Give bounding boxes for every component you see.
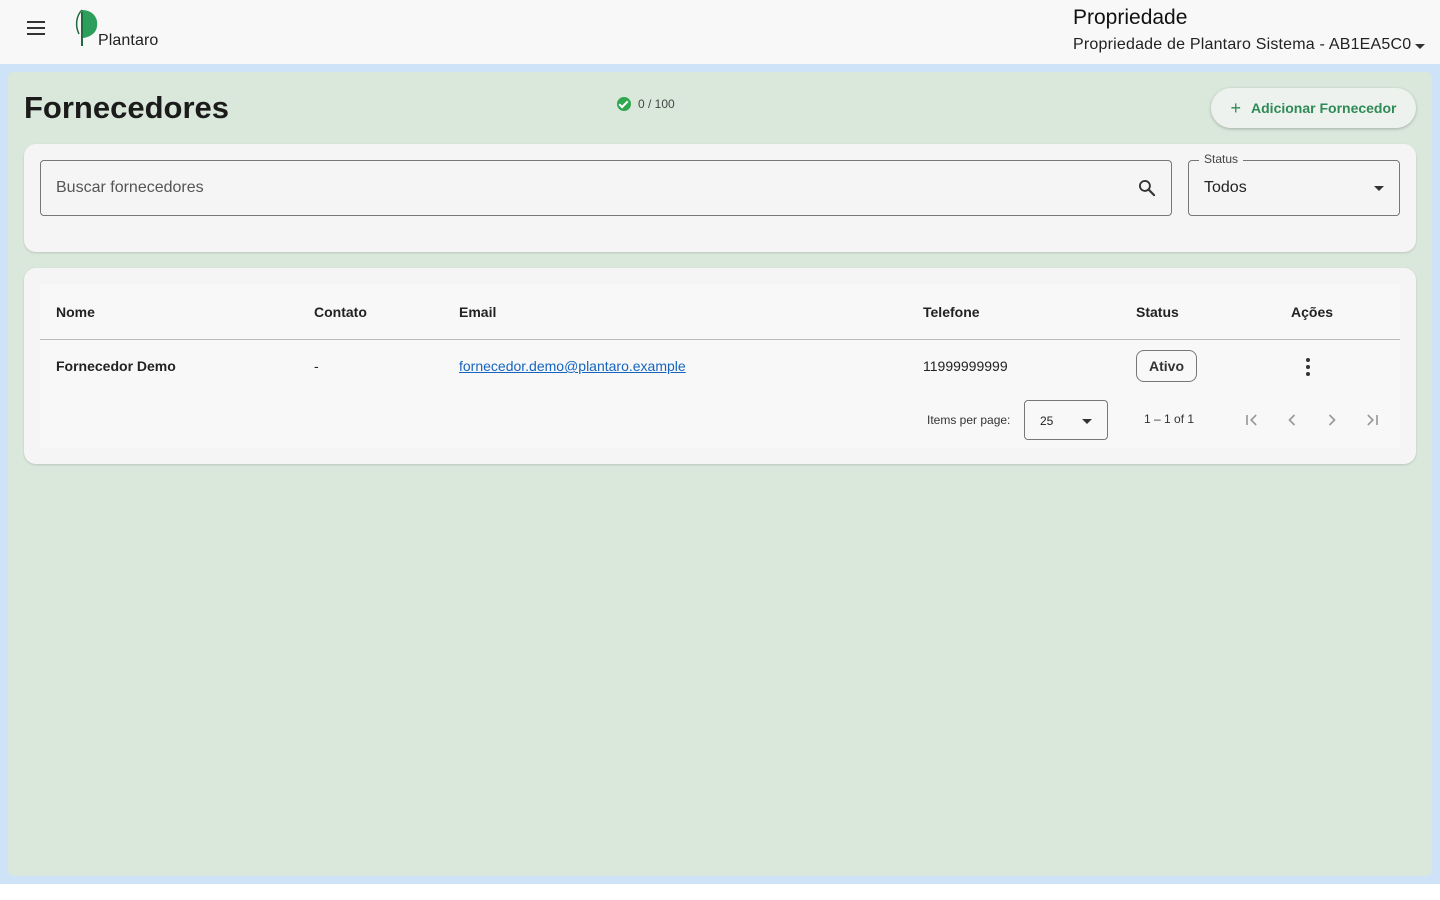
- column-header-email[interactable]: Email: [459, 304, 496, 320]
- logo-text: Plantaro: [98, 32, 159, 49]
- column-header-contato[interactable]: Contato: [314, 304, 367, 320]
- add-supplier-label: Adicionar Fornecedor: [1251, 100, 1397, 116]
- dropdown-arrow-icon: [1374, 186, 1384, 191]
- column-header-telefone[interactable]: Telefone: [923, 304, 980, 320]
- plus-icon: +: [1230, 98, 1242, 118]
- first-page-button[interactable]: [1238, 406, 1266, 434]
- property-selector[interactable]: Propriedade de Plantaro Sistema - AB1EA5…: [1073, 36, 1426, 54]
- items-per-page-label: Items per page:: [927, 413, 1011, 427]
- add-supplier-button[interactable]: + Adicionar Fornecedor: [1211, 88, 1416, 128]
- quota-indicator: 0 / 100: [617, 97, 675, 111]
- top-app-bar: Plantaro Propriedade Propriedade de Plan…: [0, 0, 1440, 64]
- quota-text: 0 / 100: [638, 97, 675, 111]
- page-title: Fornecedores: [24, 90, 230, 125]
- chevron-down-icon: [1415, 43, 1426, 49]
- property-heading: Propriedade: [1073, 6, 1188, 29]
- check-circle-icon: [617, 97, 631, 111]
- main-frame: Fornecedores 0 / 100 + Adicionar Fornece…: [0, 64, 1440, 884]
- previous-page-button[interactable]: [1278, 406, 1306, 434]
- menu-icon[interactable]: [18, 14, 54, 42]
- status-select-value: Todos: [1204, 179, 1247, 196]
- more-vert-icon[interactable]: [1296, 355, 1320, 379]
- column-header-status[interactable]: Status: [1136, 304, 1179, 320]
- first-page-icon: [1246, 414, 1257, 426]
- items-per-page-value: 25: [1040, 414, 1054, 428]
- filter-card: Status Todos: [24, 144, 1416, 252]
- status-select-label: Status: [1199, 152, 1244, 166]
- paginator: Items per page: 25 1 – 1 of 1: [40, 394, 1400, 446]
- column-header-acoes: Ações: [1291, 304, 1334, 320]
- table-row[interactable]: Fornecedor Demo - fornecedor.demo@planta…: [40, 341, 1400, 393]
- chevron-right-icon: [1328, 414, 1336, 426]
- property-selected-label: Propriedade de Plantaro Sistema - AB1EA5…: [1073, 36, 1412, 53]
- suppliers-table-card: Nome Contato Email Telefone Status Ações…: [24, 268, 1416, 464]
- search-input[interactable]: [56, 161, 1116, 215]
- cell-email-link[interactable]: fornecedor.demo@plantaro.example: [459, 358, 686, 374]
- cell-telefone: 11999999999: [923, 358, 1008, 374]
- cell-contato: -: [314, 358, 319, 374]
- next-page-button[interactable]: [1318, 406, 1346, 434]
- search-field[interactable]: [40, 160, 1172, 216]
- leaf-logo-icon: [75, 9, 98, 46]
- column-header-nome[interactable]: Nome: [56, 304, 95, 320]
- table-header: Nome Contato Email Telefone Status Ações: [40, 284, 1400, 340]
- search-icon[interactable]: [1137, 178, 1157, 198]
- status-select[interactable]: Status Todos: [1188, 152, 1400, 216]
- status-badge: Ativo: [1136, 350, 1197, 382]
- range-label: 1 – 1 of 1: [1144, 412, 1195, 426]
- cell-nome: Fornecedor Demo: [56, 358, 176, 374]
- last-page-icon: [1367, 414, 1378, 426]
- content-area: Fornecedores 0 / 100 + Adicionar Fornece…: [8, 72, 1432, 876]
- dropdown-arrow-icon: [1082, 419, 1092, 424]
- last-page-button[interactable]: [1358, 406, 1386, 434]
- suppliers-table: Nome Contato Email Telefone Status Ações…: [40, 284, 1400, 448]
- chevron-left-icon: [1288, 414, 1296, 426]
- items-per-page-select[interactable]: 25: [1024, 400, 1108, 440]
